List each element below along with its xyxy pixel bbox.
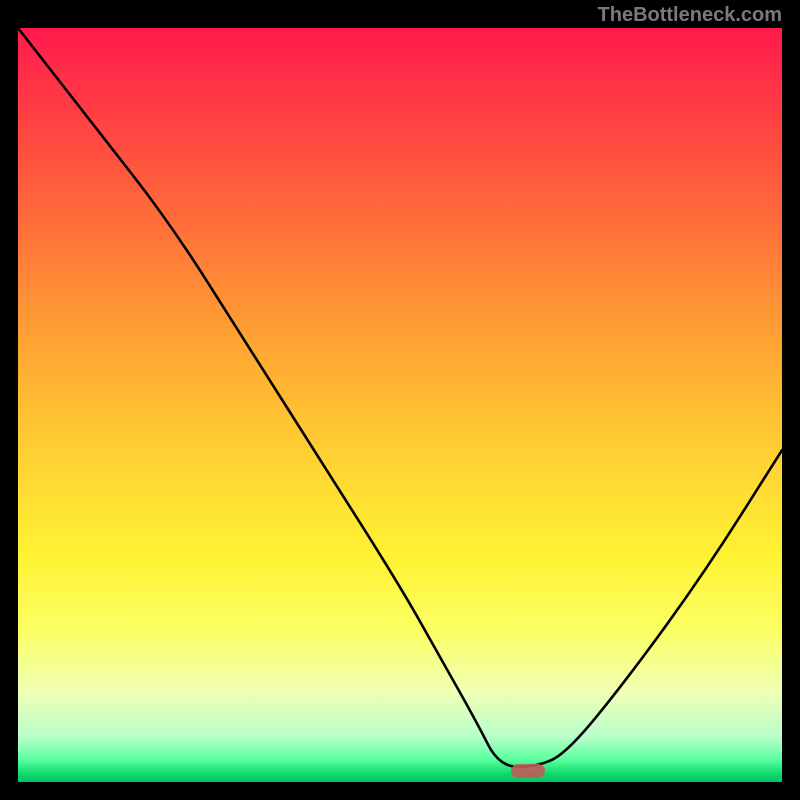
chart-frame: TheBottleneck.com bbox=[0, 0, 800, 800]
bottleneck-curve bbox=[18, 28, 782, 767]
plot-area bbox=[18, 28, 782, 782]
curve-svg bbox=[18, 28, 782, 782]
optimal-marker bbox=[511, 764, 545, 778]
watermark-text: TheBottleneck.com bbox=[598, 4, 782, 27]
